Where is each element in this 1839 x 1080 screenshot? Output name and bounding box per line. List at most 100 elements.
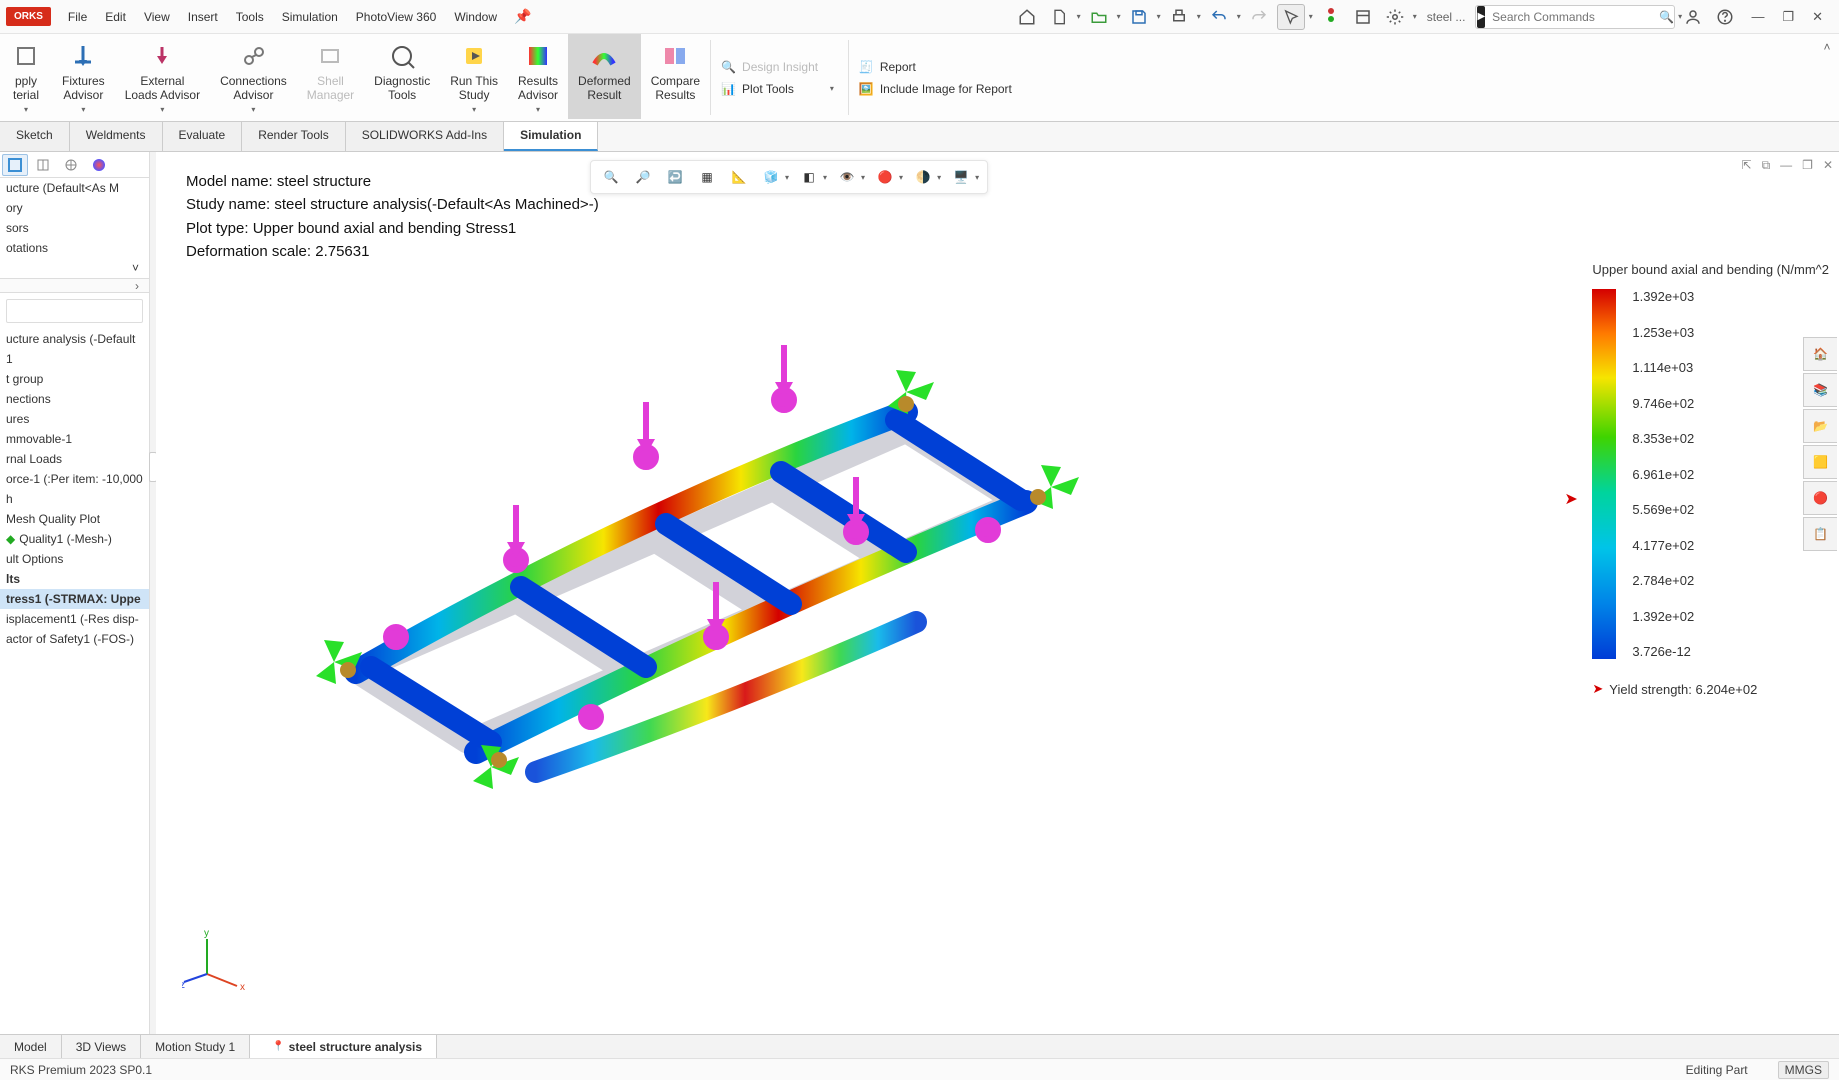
vp-restore-button[interactable]: ❐ xyxy=(1802,158,1813,173)
search-icon[interactable]: 🔍 xyxy=(1653,10,1680,24)
sim-tree-item[interactable]: nections xyxy=(0,389,149,409)
open-icon[interactable] xyxy=(1085,4,1113,30)
options-gear-icon[interactable] xyxy=(1381,4,1409,30)
sim-tree-item[interactable]: ures xyxy=(0,409,149,429)
ribbon-drop-icon[interactable]: ▾ xyxy=(450,103,498,117)
form-icon[interactable] xyxy=(1349,4,1377,30)
zoom-area-icon[interactable]: 🔎 xyxy=(629,164,657,190)
menu-file[interactable]: File xyxy=(59,4,96,30)
sim-tree-item[interactable]: ◆Quality1 (-Mesh-) xyxy=(0,529,149,549)
previous-view-icon[interactable]: ↩️ xyxy=(661,164,689,190)
vp-minimize-button[interactable]: — xyxy=(1780,158,1792,173)
menu-window[interactable]: Window xyxy=(445,4,506,30)
taskpane-properties-icon[interactable]: 📋 xyxy=(1803,517,1837,551)
ws-tab-render-tools[interactable]: Render Tools xyxy=(242,122,346,151)
redo-icon[interactable] xyxy=(1245,4,1273,30)
plot-tools-button[interactable]: 📊 Plot Tools ▾ xyxy=(711,78,848,100)
view-settings-icon[interactable]: 🖥️ xyxy=(947,164,975,190)
restore-button[interactable]: ❐ xyxy=(1782,9,1794,25)
config-manager-tab-icon[interactable] xyxy=(58,154,84,176)
vp-split-new-icon[interactable]: ⧉ xyxy=(1762,158,1771,173)
sim-tree-item[interactable]: Mesh Quality Plot xyxy=(0,509,149,529)
appearance-tab-icon[interactable] xyxy=(86,154,112,176)
feature-tree-item[interactable]: ory xyxy=(0,198,149,218)
ribbon-diagnostic-button[interactable]: DiagnosticTools xyxy=(364,34,440,119)
taskpane-file-explorer-icon[interactable]: 📂 xyxy=(1803,409,1837,443)
command-search[interactable]: ▶ 🔍 ▾ xyxy=(1475,5,1675,29)
menu-photoview[interactable]: PhotoView 360 xyxy=(347,4,446,30)
sim-tree-item[interactable]: t group xyxy=(0,369,149,389)
taskpane-library-icon[interactable]: 📚 xyxy=(1803,373,1837,407)
bottom-tab-3d-views[interactable]: 3D Views xyxy=(62,1035,141,1058)
ribbon-collapse-icon[interactable]: ˄ xyxy=(1815,34,1839,121)
select-tool-icon[interactable] xyxy=(1277,4,1305,30)
ws-tab-weldments[interactable]: Weldments xyxy=(70,122,163,151)
vp-close-button[interactable]: ✕ xyxy=(1823,158,1833,173)
include-image-button[interactable]: 🖼️ Include Image for Report xyxy=(849,78,1022,100)
sim-tree-item[interactable]: h xyxy=(0,489,149,509)
feature-tree-expand[interactable]: › xyxy=(0,279,149,293)
sim-tree-filter[interactable] xyxy=(6,299,143,323)
dynamic-annot-icon[interactable]: 📐 xyxy=(725,164,753,190)
taskpane-home-icon[interactable]: 🏠 xyxy=(1803,337,1837,371)
sim-tree-item[interactable]: actor of Safety1 (-FOS-) xyxy=(0,629,149,649)
undo-icon[interactable] xyxy=(1205,4,1233,30)
sim-tree-item[interactable]: ult Options xyxy=(0,549,149,569)
ribbon-results-button[interactable]: ResultsAdvisor▾ xyxy=(508,34,568,119)
feature-tree-item[interactable]: otations xyxy=(0,238,149,258)
bottom-tab-motion-study-1[interactable]: Motion Study 1 xyxy=(141,1035,250,1058)
close-button[interactable]: ✕ xyxy=(1812,9,1823,25)
home-icon[interactable] xyxy=(1013,4,1041,30)
simulation-study-tree[interactable]: ucture analysis (-Default1t groupnection… xyxy=(0,329,149,1034)
menu-insert[interactable]: Insert xyxy=(179,4,227,30)
menu-simulation[interactable]: Simulation xyxy=(273,4,347,30)
taskpane-appearance-icon[interactable]: 🔴 xyxy=(1803,481,1837,515)
menu-tools[interactable]: Tools xyxy=(227,4,273,30)
zoom-fit-icon[interactable]: 🔍 xyxy=(597,164,625,190)
ribbon-drop-icon[interactable]: ▾ xyxy=(10,103,42,117)
display-style-icon[interactable]: ◧ xyxy=(795,164,823,190)
sim-tree-item[interactable]: 1 xyxy=(0,349,149,369)
ws-tab-solidworks-add-ins[interactable]: SOLIDWORKS Add-Ins xyxy=(346,122,504,151)
feature-tree-item[interactable]: sors xyxy=(0,218,149,238)
help-icon[interactable] xyxy=(1711,4,1739,30)
ribbon-drop-icon[interactable]: ▾ xyxy=(125,103,200,117)
orientation-triad-icon[interactable]: x y z xyxy=(182,924,252,994)
status-units[interactable]: MMGS xyxy=(1778,1061,1829,1079)
appearance-icon[interactable]: 🔴 xyxy=(871,164,899,190)
feature-tree-tab-icon[interactable] xyxy=(2,154,28,176)
ws-tab-sketch[interactable]: Sketch xyxy=(0,122,70,151)
ribbon-deformed-button[interactable]: DeformedResult xyxy=(568,34,641,119)
menu-view[interactable]: View xyxy=(135,4,179,30)
minimize-button[interactable]: — xyxy=(1751,9,1764,25)
feature-tree[interactable]: ucture (Default<As Morysorsotations˅ xyxy=(0,178,149,279)
menu-pin-icon[interactable]: 📌 xyxy=(514,8,531,25)
command-run-icon[interactable]: ▶ xyxy=(1477,6,1485,28)
sim-tree-item[interactable]: lts xyxy=(0,569,149,589)
menu-edit[interactable]: Edit xyxy=(96,4,135,30)
command-search-input[interactable] xyxy=(1486,10,1653,24)
ws-tab-simulation[interactable]: Simulation xyxy=(504,122,598,151)
bottom-tab-steel-structure-analysis[interactable]: 📍steel structure analysis xyxy=(250,1035,437,1058)
feature-tree-item[interactable]: ucture (Default<As M xyxy=(0,178,149,198)
bottom-tab-model[interactable]: Model xyxy=(0,1035,62,1058)
ws-tab-evaluate[interactable]: Evaluate xyxy=(163,122,243,151)
ribbon-drop-icon[interactable]: ▾ xyxy=(518,103,558,117)
feature-tree-scroll-down-icon[interactable]: ˅ xyxy=(0,258,149,278)
taskpane-view-palette-icon[interactable]: 🟨 xyxy=(1803,445,1837,479)
ribbon-external-button[interactable]: ExternalLoads Advisor▾ xyxy=(115,34,210,119)
ribbon-pply-button[interactable]: pplyterial▾ xyxy=(0,34,52,119)
ribbon-fixtures-button[interactable]: FixturesAdvisor▾ xyxy=(52,34,115,119)
sim-tree-item[interactable]: orce-1 (:Per item: -10,000 xyxy=(0,469,149,489)
ribbon-compare-button[interactable]: CompareResults xyxy=(641,34,710,119)
user-icon[interactable] xyxy=(1679,4,1707,30)
vp-split-link-icon[interactable]: ⇱ xyxy=(1742,158,1752,173)
view-orientation-icon[interactable]: 🧊 xyxy=(757,164,785,190)
sim-tree-item[interactable]: mmovable-1 xyxy=(0,429,149,449)
traffic-light-icon[interactable] xyxy=(1317,4,1345,30)
ribbon-drop-icon[interactable]: ▾ xyxy=(220,103,287,117)
new-doc-icon[interactable] xyxy=(1045,4,1073,30)
scene-icon[interactable]: 🌗 xyxy=(909,164,937,190)
hide-show-icon[interactable]: 👁️ xyxy=(833,164,861,190)
section-view-icon[interactable]: ▦ xyxy=(693,164,721,190)
